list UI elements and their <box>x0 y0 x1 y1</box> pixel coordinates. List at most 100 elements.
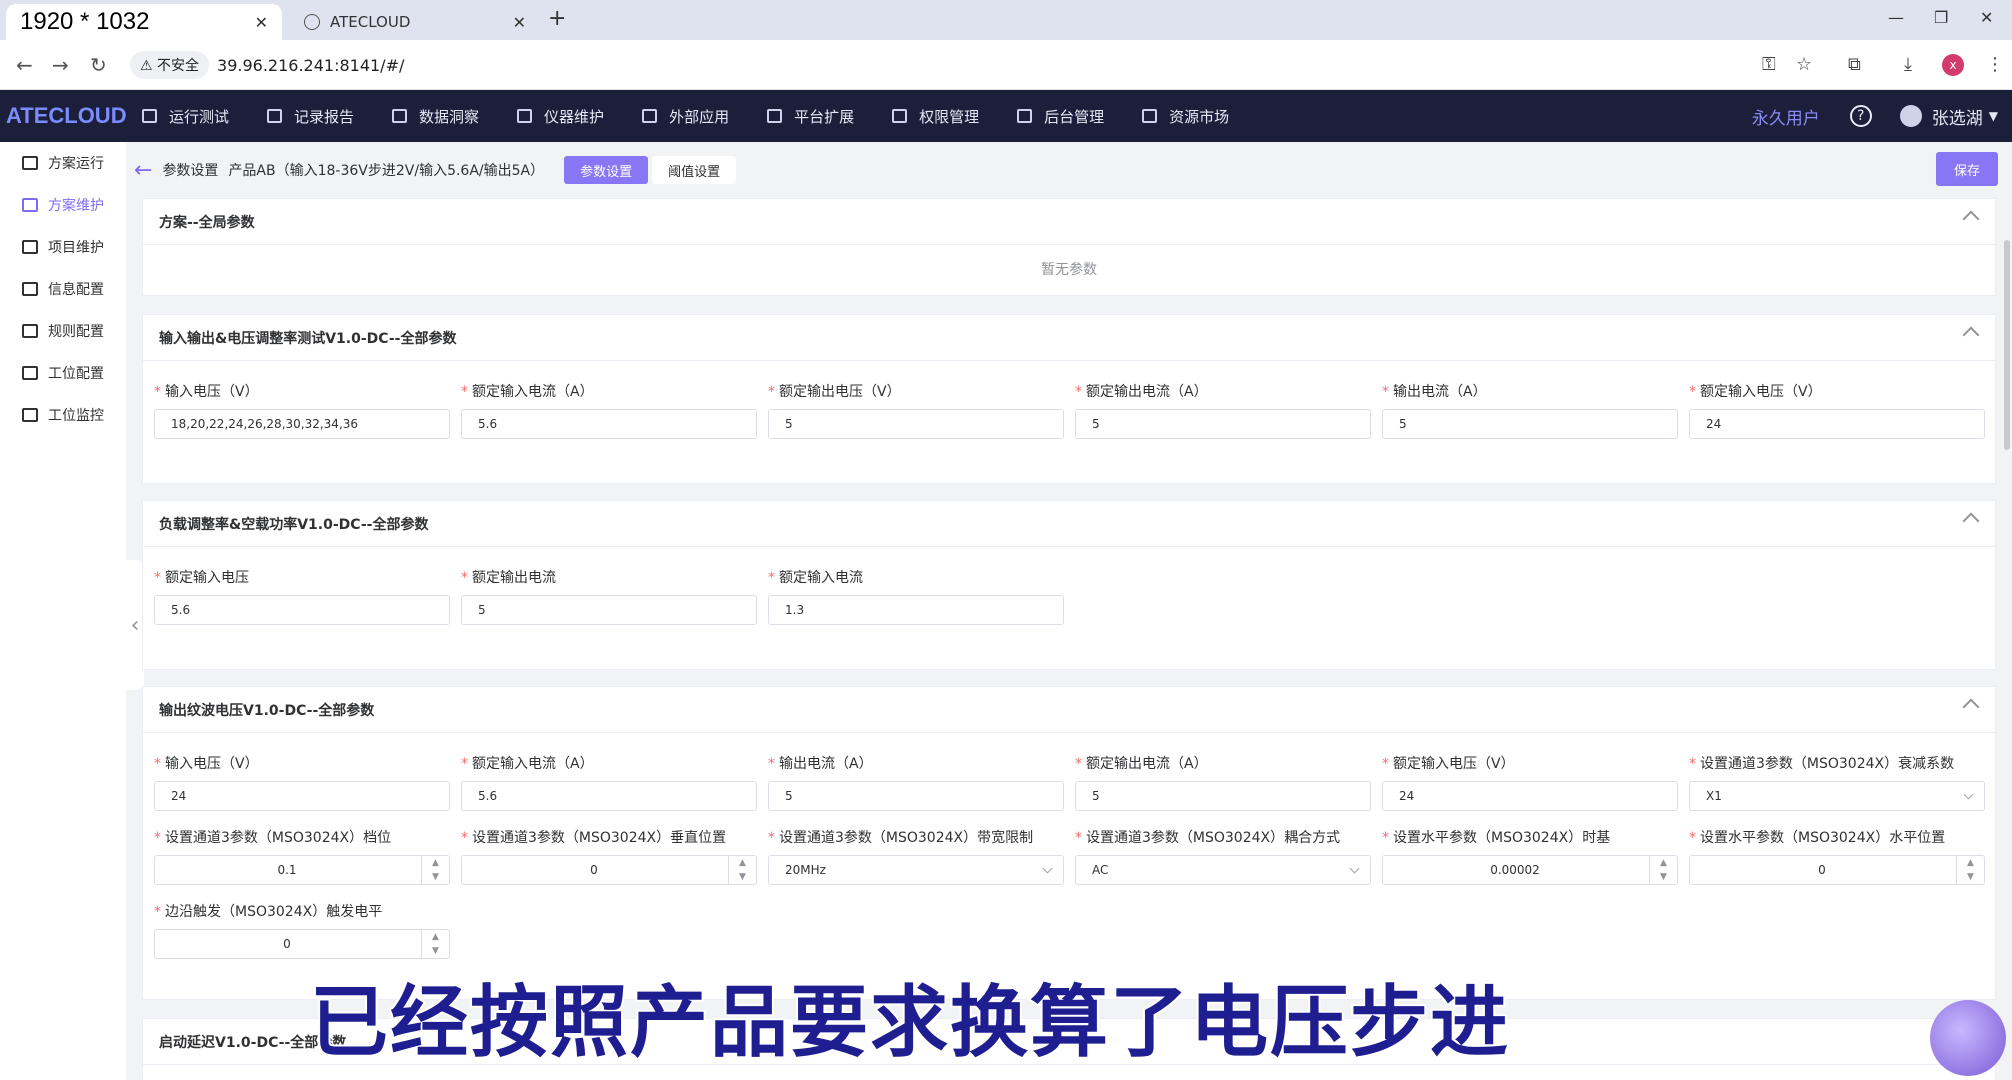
help-icon[interactable]: ? <box>1849 105 1872 127</box>
sidebar-item-station-monitor[interactable]: 工位监控 <box>0 394 126 436</box>
insecure-badge[interactable]: ⚠ 不安全 <box>130 51 210 79</box>
nav-market[interactable]: 资源市场 <box>1142 106 1229 127</box>
rated-output-voltage-input[interactable]: 5 <box>768 409 1064 439</box>
sidebar-item-scheme-run[interactable]: 方案运行 <box>0 142 126 184</box>
panel-title: 输出纹波电压V1.0-DC--全部参数 <box>159 702 375 719</box>
rated-input-voltage-input[interactable]: 24 <box>1382 781 1678 811</box>
sidebar-item-station-config[interactable]: 工位配置 <box>0 352 126 394</box>
nav-instrument[interactable]: 仪器维护 <box>517 106 604 127</box>
sidebar-item-scheme-maintain[interactable]: 方案维护 <box>0 184 126 226</box>
monitor-icon <box>22 408 38 422</box>
sidebar-item-info-config[interactable]: 信息配置 <box>0 268 126 310</box>
horizontal-position-stepper[interactable]: 0 ▲ ▼ <box>1689 855 1985 885</box>
stepper-arrows-icon[interactable]: ▲ ▼ <box>421 856 449 884</box>
browser-tab-active[interactable]: 1920 * 1032 ✕ <box>6 4 282 40</box>
field-rated-output-current: * 额定输出电流（A） 5 <box>1075 753 1371 811</box>
nav-platform-ext[interactable]: 平台扩展 <box>767 106 854 127</box>
stepper-arrows-icon[interactable]: ▲ ▼ <box>421 930 449 958</box>
stepper-value: 0 <box>590 863 598 877</box>
sidebar-item-rule-config[interactable]: 规则配置 <box>0 310 126 352</box>
restore-icon[interactable]: ❐ <box>1934 8 1948 27</box>
output-current-input[interactable]: 5 <box>768 781 1064 811</box>
star-icon[interactable]: ☆ <box>1796 54 1812 75</box>
input-voltage-input[interactable]: 18,20,22,24,26,28,30,32,34,36 <box>154 409 450 439</box>
close-icon[interactable]: ✕ <box>513 13 526 32</box>
stepper-arrows-icon[interactable]: ▲ ▼ <box>1956 856 1984 884</box>
chevron-up-icon[interactable] <box>1962 512 1980 530</box>
rated-output-current-input[interactable]: 5 <box>461 595 757 625</box>
horizontal-timebase-stepper[interactable]: 0.00002 ▲ ▼ <box>1382 855 1678 885</box>
field-horizontal-position: * 设置水平参数（MSO3024X）水平位置 0 ▲ ▼ <box>1689 827 1985 885</box>
back-icon[interactable]: ← <box>16 53 33 77</box>
field-label: 输出电流（A） <box>1393 384 1487 400</box>
input-voltage-input[interactable]: 24 <box>154 781 450 811</box>
minimize-icon[interactable]: — <box>1888 8 1904 27</box>
back-arrow-icon[interactable]: ← <box>134 158 152 183</box>
reload-icon[interactable]: ↻ <box>90 53 107 77</box>
rated-input-current-input[interactable]: 5.6 <box>461 409 757 439</box>
rated-input-current-input[interactable]: 1.3 <box>768 595 1064 625</box>
nav-label: 数据洞察 <box>419 107 480 126</box>
chevron-up-icon[interactable] <box>1962 210 1980 228</box>
url-field[interactable]: ⚠ 不安全 39.96.216.241:8141/#/ <box>130 47 1830 83</box>
rated-output-current-input[interactable]: 5 <box>1075 781 1371 811</box>
extensions-icon[interactable]: ⧉ <box>1848 54 1861 75</box>
menu-icon[interactable]: ⋮ <box>1986 54 2004 75</box>
breadcrumb-root: 参数设置 <box>162 163 219 179</box>
nav-records[interactable]: 记录报告 <box>267 106 354 127</box>
panel-header[interactable]: 输入输出&电压调整率测试V1.0-DC--全部参数 <box>143 315 1995 361</box>
field-label: 设置通道3参数（MSO3024X）档位 <box>165 830 392 846</box>
caret-down-icon[interactable]: ▼ <box>1989 109 1998 123</box>
tab-param-settings[interactable]: 参数设置 <box>564 156 649 184</box>
download-icon[interactable]: ⤓ <box>1904 54 1912 75</box>
sidebar-item-label: 工位监控 <box>48 408 104 424</box>
forward-icon[interactable]: → <box>52 53 69 77</box>
sidebar-item-project[interactable]: 项目维护 <box>0 226 126 268</box>
save-button[interactable]: 保存 <box>1936 152 1998 186</box>
panel-header[interactable]: 输出纹波电压V1.0-DC--全部参数 <box>143 687 1995 733</box>
select-value: AC <box>1092 863 1109 877</box>
nav-label: 记录报告 <box>294 107 355 126</box>
chevron-up-icon[interactable] <box>1962 698 1980 716</box>
ch3-attenuation-select[interactable]: X1 <box>1689 781 1985 811</box>
rated-input-voltage-input[interactable]: 24 <box>1689 409 1985 439</box>
rated-input-current-input[interactable]: 5.6 <box>461 781 757 811</box>
profile-avatar[interactable]: x <box>1942 54 1964 76</box>
chart-icon <box>22 156 38 170</box>
panel-header[interactable]: 方案--全局参数 <box>143 199 1995 245</box>
nav-data-insight[interactable]: 数据洞察 <box>392 106 479 127</box>
output-current-input[interactable]: 5 <box>1382 409 1678 439</box>
stepper-value: 0.00002 <box>1490 863 1540 877</box>
stepper-arrows-icon[interactable]: ▲ ▼ <box>728 856 756 884</box>
rated-output-current-input[interactable]: 5 <box>1075 409 1371 439</box>
browser-tab-atecloud[interactable]: ATECLOUD ✕ <box>290 4 540 40</box>
close-icon[interactable]: ✕ <box>255 13 268 32</box>
new-tab-button[interactable]: + <box>548 6 566 31</box>
station-icon <box>22 366 38 380</box>
field-rated-output-current: * 额定输出电流 5 <box>461 567 757 625</box>
ch3-bandwidth-select[interactable]: 20MHz <box>768 855 1064 885</box>
rated-input-voltage-input[interactable]: 5.6 <box>154 595 450 625</box>
panel-header[interactable]: 负载调整率&空载功率V1.0-DC--全部参数 <box>143 501 1995 547</box>
ch3-scale-stepper[interactable]: 0.1 ▲ ▼ <box>154 855 450 885</box>
nav-external-apps[interactable]: 外部应用 <box>642 106 729 127</box>
page-scrollbar[interactable] <box>2004 240 2010 450</box>
nav-permissions[interactable]: 权限管理 <box>892 106 979 127</box>
nav-admin[interactable]: 后台管理 <box>1017 106 1104 127</box>
window-close-icon[interactable]: ✕ <box>1980 8 1993 27</box>
stepper-arrows-icon[interactable]: ▲ ▼ <box>1649 856 1677 884</box>
nav-run-test[interactable]: 运行测试 <box>142 106 229 127</box>
nav-label: 平台扩展 <box>794 107 855 126</box>
breadcrumb: ← 参数设置 产品AB（输入18-36V步进2V/输入5.6A/输出5A） 参数… <box>134 152 2004 188</box>
ch3-coupling-select[interactable]: AC <box>1075 855 1371 885</box>
key-icon[interactable]: ⚿ <box>1762 54 1776 75</box>
username[interactable]: 张选湖 <box>1932 104 1983 129</box>
ch3-vertical-position-stepper[interactable]: 0 ▲ ▼ <box>461 855 757 885</box>
field-rated-input-current: * 额定输入电流（A） 5.6 <box>461 753 757 811</box>
chevron-up-icon[interactable] <box>1962 326 1980 344</box>
edge-trigger-level-stepper[interactable]: 0 ▲ ▼ <box>154 929 450 959</box>
field-edge-trigger-level: * 边沿触发（MSO3024X）触发电平 0 ▲ ▼ <box>154 901 450 959</box>
user-avatar[interactable] <box>1899 105 1922 127</box>
tab-threshold-settings[interactable]: 阈值设置 <box>652 156 737 184</box>
info-config-icon <box>22 282 38 296</box>
